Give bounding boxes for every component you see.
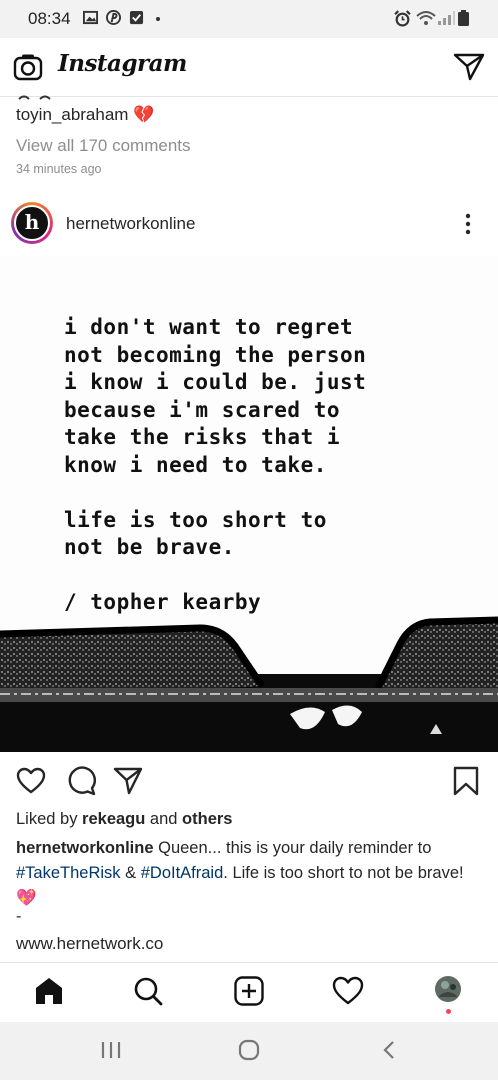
back-icon[interactable] [380,1040,398,1060]
broken-heart-emoji: 💔 [133,105,155,124]
heart-icon[interactable] [16,766,46,796]
caption-username[interactable]: hernetworkonline [16,839,154,857]
status-bar: 08:34 [0,0,498,38]
post-username[interactable]: hernetworkonline [66,214,195,234]
previous-post-username[interactable]: toyin_abraham [16,105,128,124]
checkbox-notification-icon [129,10,144,25]
home-button-icon[interactable] [238,1039,260,1061]
direct-message-icon[interactable] [453,52,485,82]
post-timestamp: 34 minutes ago [16,162,102,176]
caption-ampersand: & [120,864,141,882]
likes-others[interactable]: others [182,810,232,828]
likes-summary[interactable]: Liked by rekeagu and others [16,810,232,829]
recent-apps-icon[interactable] [100,1040,122,1060]
hashtag-doitafraid[interactable]: #DoItAfraid [141,864,224,882]
wifi-icon [416,11,436,25]
battery-icon [458,10,469,26]
more-notifications-dot [156,17,160,21]
typewriter-illustration [0,616,498,752]
website-link[interactable]: www.hernetwork.co [16,934,163,954]
instagram-logo: Instagram [58,50,187,77]
status-time: 08:34 [28,9,71,28]
view-all-comments-link[interactable]: View all 170 comments [16,136,191,156]
caption-text-1: Queen... this is your daily reminder to [153,839,432,857]
search-icon[interactable] [132,975,164,1007]
signal-icon [438,11,455,25]
more-options-icon[interactable] [460,212,476,236]
home-icon[interactable] [33,975,65,1007]
comment-icon[interactable] [66,766,96,796]
notification-dot [446,1009,451,1014]
caption-dash: - [16,908,22,925]
likes-and: and [145,810,183,828]
avatar[interactable]: h [14,205,50,241]
post-image[interactable]: i don't want to regret not becoming the … [0,256,498,752]
likes-username[interactable]: rekeagu [82,810,145,828]
profile-avatar[interactable] [434,975,462,1003]
likes-prefix: Liked by [16,810,83,828]
hashtag-taketherisk[interactable]: #TakeTheRisk [16,864,121,882]
cropped-emoji-glyph [18,95,51,100]
add-post-icon[interactable] [233,975,265,1007]
post-image-quote: i don't want to regret not becoming the … [64,315,367,614]
sparkling-heart-emoji: 💖 [16,889,37,907]
alarm-icon [394,10,411,27]
previous-post-comment: toyin_abraham 💔 [16,105,154,125]
bookmark-icon[interactable] [452,766,480,796]
share-icon[interactable] [113,766,143,796]
post-caption: hernetworkonline Queen... this is your d… [16,836,484,911]
gallery-notification-icon [83,10,98,25]
pinterest-notification-icon [106,10,121,25]
caption-text-2: . Life is too short to not be brave! [223,864,464,882]
camera-icon[interactable] [13,53,43,81]
activity-heart-icon[interactable] [332,975,364,1007]
